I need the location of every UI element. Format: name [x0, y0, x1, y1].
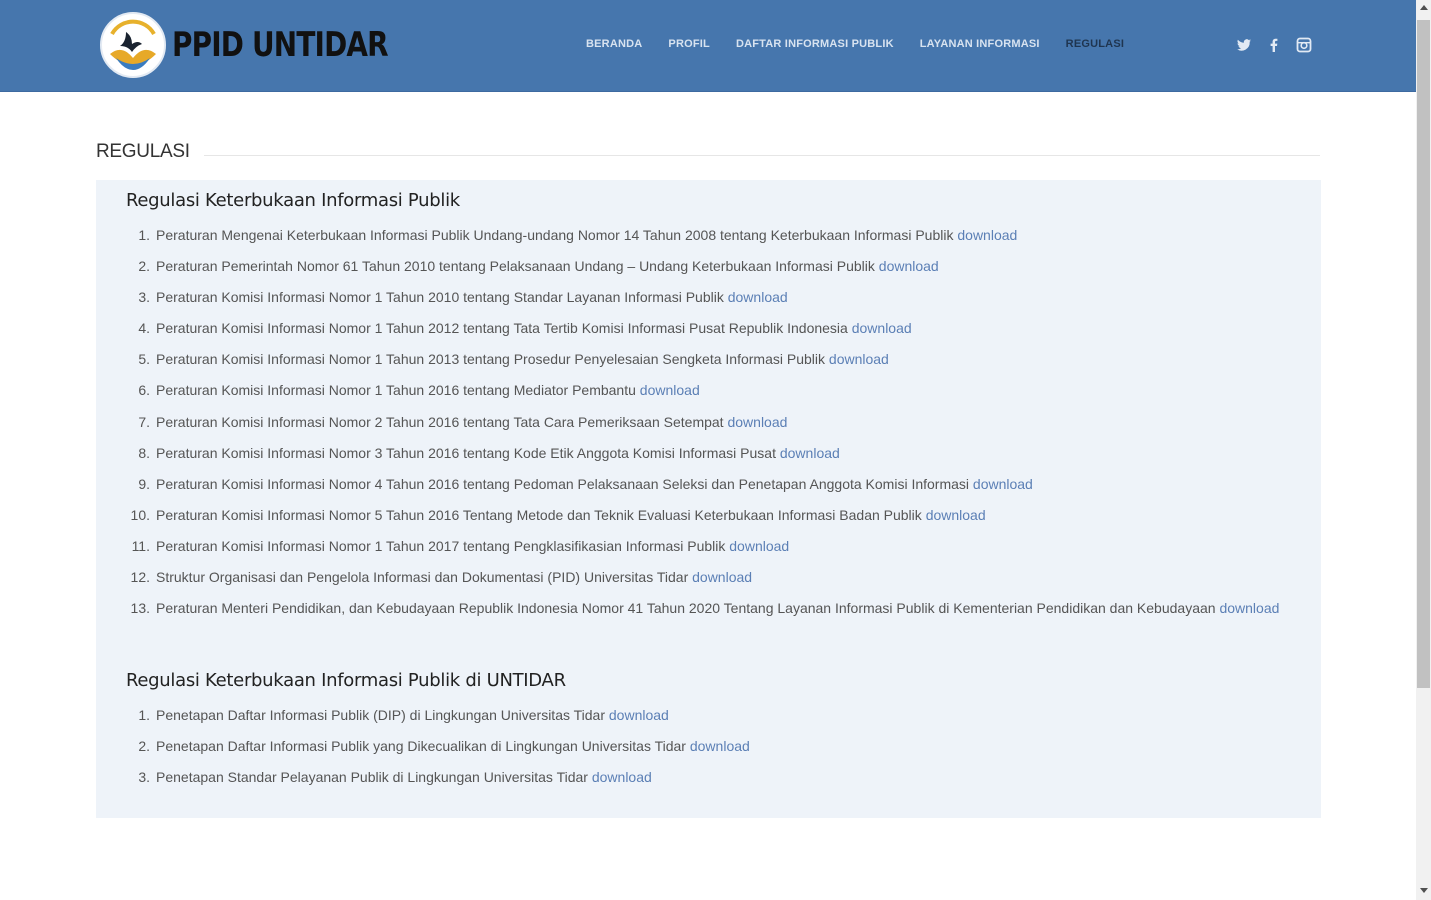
- list-item: 4. Peraturan Komisi Informasi Nomor 1 Tah…: [138, 320, 912, 337]
- regulation-panel: Regulasi Keterbukaan Informasi Publik 1.…: [96, 180, 1321, 818]
- download-link[interactable]: download: [728, 289, 788, 305]
- regulation-list: 1. Peraturan Mengenai Keterbukaan Informa…: [130, 223, 1286, 627]
- list-item: 6. Peraturan Komisi Informasi Nomor 1 Tah…: [138, 382, 700, 399]
- instagram-icon[interactable]: [1296, 37, 1312, 53]
- social-links: [1236, 37, 1326, 53]
- vertical-scrollbar[interactable]: [1416, 0, 1431, 900]
- list-item: 13. Peraturan Menteri Pendidikan, dan Keb…: [130, 600, 1280, 617]
- scroll-down-icon[interactable]: [1420, 888, 1428, 893]
- download-link[interactable]: download: [926, 507, 986, 523]
- list-item: 10. Peraturan Komisi Informasi Nomor 5 Ta…: [130, 506, 986, 523]
- list-item: 12. Struktur Organisasi dan Pengelola Inf…: [130, 569, 753, 586]
- download-link[interactable]: download: [729, 538, 789, 554]
- download-link[interactable]: download: [592, 769, 652, 785]
- logo-text: PPID UNTIDAR: [172, 25, 389, 65]
- download-link[interactable]: download: [957, 227, 1017, 243]
- nav-layanan-informasi[interactable]: LAYANAN INFORMASI: [920, 38, 1040, 50]
- nav-beranda[interactable]: BERANDA: [586, 38, 642, 50]
- site-header: PPID UNTIDAR BERANDA PROFIL DAFTAR INFOR…: [0, 0, 1416, 92]
- download-link[interactable]: download: [727, 414, 787, 430]
- section-heading: Regulasi Keterbukaan Informasi Publik: [126, 190, 460, 211]
- university-emblem-icon: [100, 12, 166, 78]
- section-heading: Regulasi Keterbukaan Informasi Publik di…: [126, 670, 566, 691]
- page-title: REGULASI: [96, 141, 190, 162]
- list-item: 8. Peraturan Komisi Informasi Nomor 3 Tah…: [138, 444, 840, 461]
- list-item: 1. Peraturan Mengenai Keterbukaan Informa…: [138, 227, 1018, 243]
- download-link[interactable]: download: [780, 445, 840, 461]
- download-link[interactable]: download: [879, 258, 939, 274]
- download-link[interactable]: download: [829, 351, 889, 367]
- list-item: 2. Peraturan Pemerintah Nomor 61 Tahun 20…: [138, 258, 939, 275]
- list-item: 5. Peraturan Komisi Informasi Nomor 1 Tah…: [138, 351, 889, 368]
- page-title-row: REGULASI: [96, 140, 1320, 164]
- download-link[interactable]: download: [852, 320, 912, 336]
- title-divider: [203, 154, 1320, 156]
- main-nav: BERANDA PROFIL DAFTAR INFORMASI PUBLIK L…: [586, 38, 1150, 50]
- list-item: 11. Peraturan Komisi Informasi Nomor 1 Ta…: [131, 537, 790, 554]
- nav-profil[interactable]: PROFIL: [668, 38, 710, 50]
- download-link[interactable]: download: [1219, 600, 1279, 616]
- scroll-thumb[interactable]: [1417, 20, 1430, 688]
- download-link[interactable]: download: [640, 382, 700, 398]
- download-link[interactable]: download: [692, 569, 752, 585]
- page: PPID UNTIDAR BERANDA PROFIL DAFTAR INFOR…: [0, 0, 1416, 900]
- download-link[interactable]: download: [609, 707, 669, 723]
- list-item: 9. Peraturan Komisi Informasi Nomor 4 Tah…: [138, 475, 1033, 492]
- list-item: 2. Penetapan Daftar Informasi Publik yang…: [138, 738, 750, 755]
- scroll-up-icon[interactable]: [1420, 5, 1428, 10]
- nav-daftar-informasi-publik[interactable]: DAFTAR INFORMASI PUBLIK: [736, 38, 894, 50]
- twitter-icon[interactable]: [1236, 37, 1252, 53]
- untidar-regulation-list: 1. Penetapan Daftar Informasi Publik (DIP…: [138, 703, 1286, 796]
- list-item: 1. Penetapan Daftar Informasi Publik (DIP…: [138, 707, 669, 723]
- nav-regulasi[interactable]: REGULASI: [1066, 38, 1124, 50]
- site-logo[interactable]: PPID UNTIDAR: [100, 12, 435, 78]
- list-item: 3. Peraturan Komisi Informasi Nomor 1 Tah…: [138, 289, 788, 306]
- download-link[interactable]: download: [973, 476, 1033, 492]
- list-item: 3. Penetapan Standar Pelayanan Publik di …: [138, 769, 652, 786]
- download-link[interactable]: download: [690, 738, 750, 754]
- facebook-icon[interactable]: [1266, 37, 1282, 53]
- list-item: 7. Peraturan Komisi Informasi Nomor 2 Tah…: [138, 413, 788, 430]
